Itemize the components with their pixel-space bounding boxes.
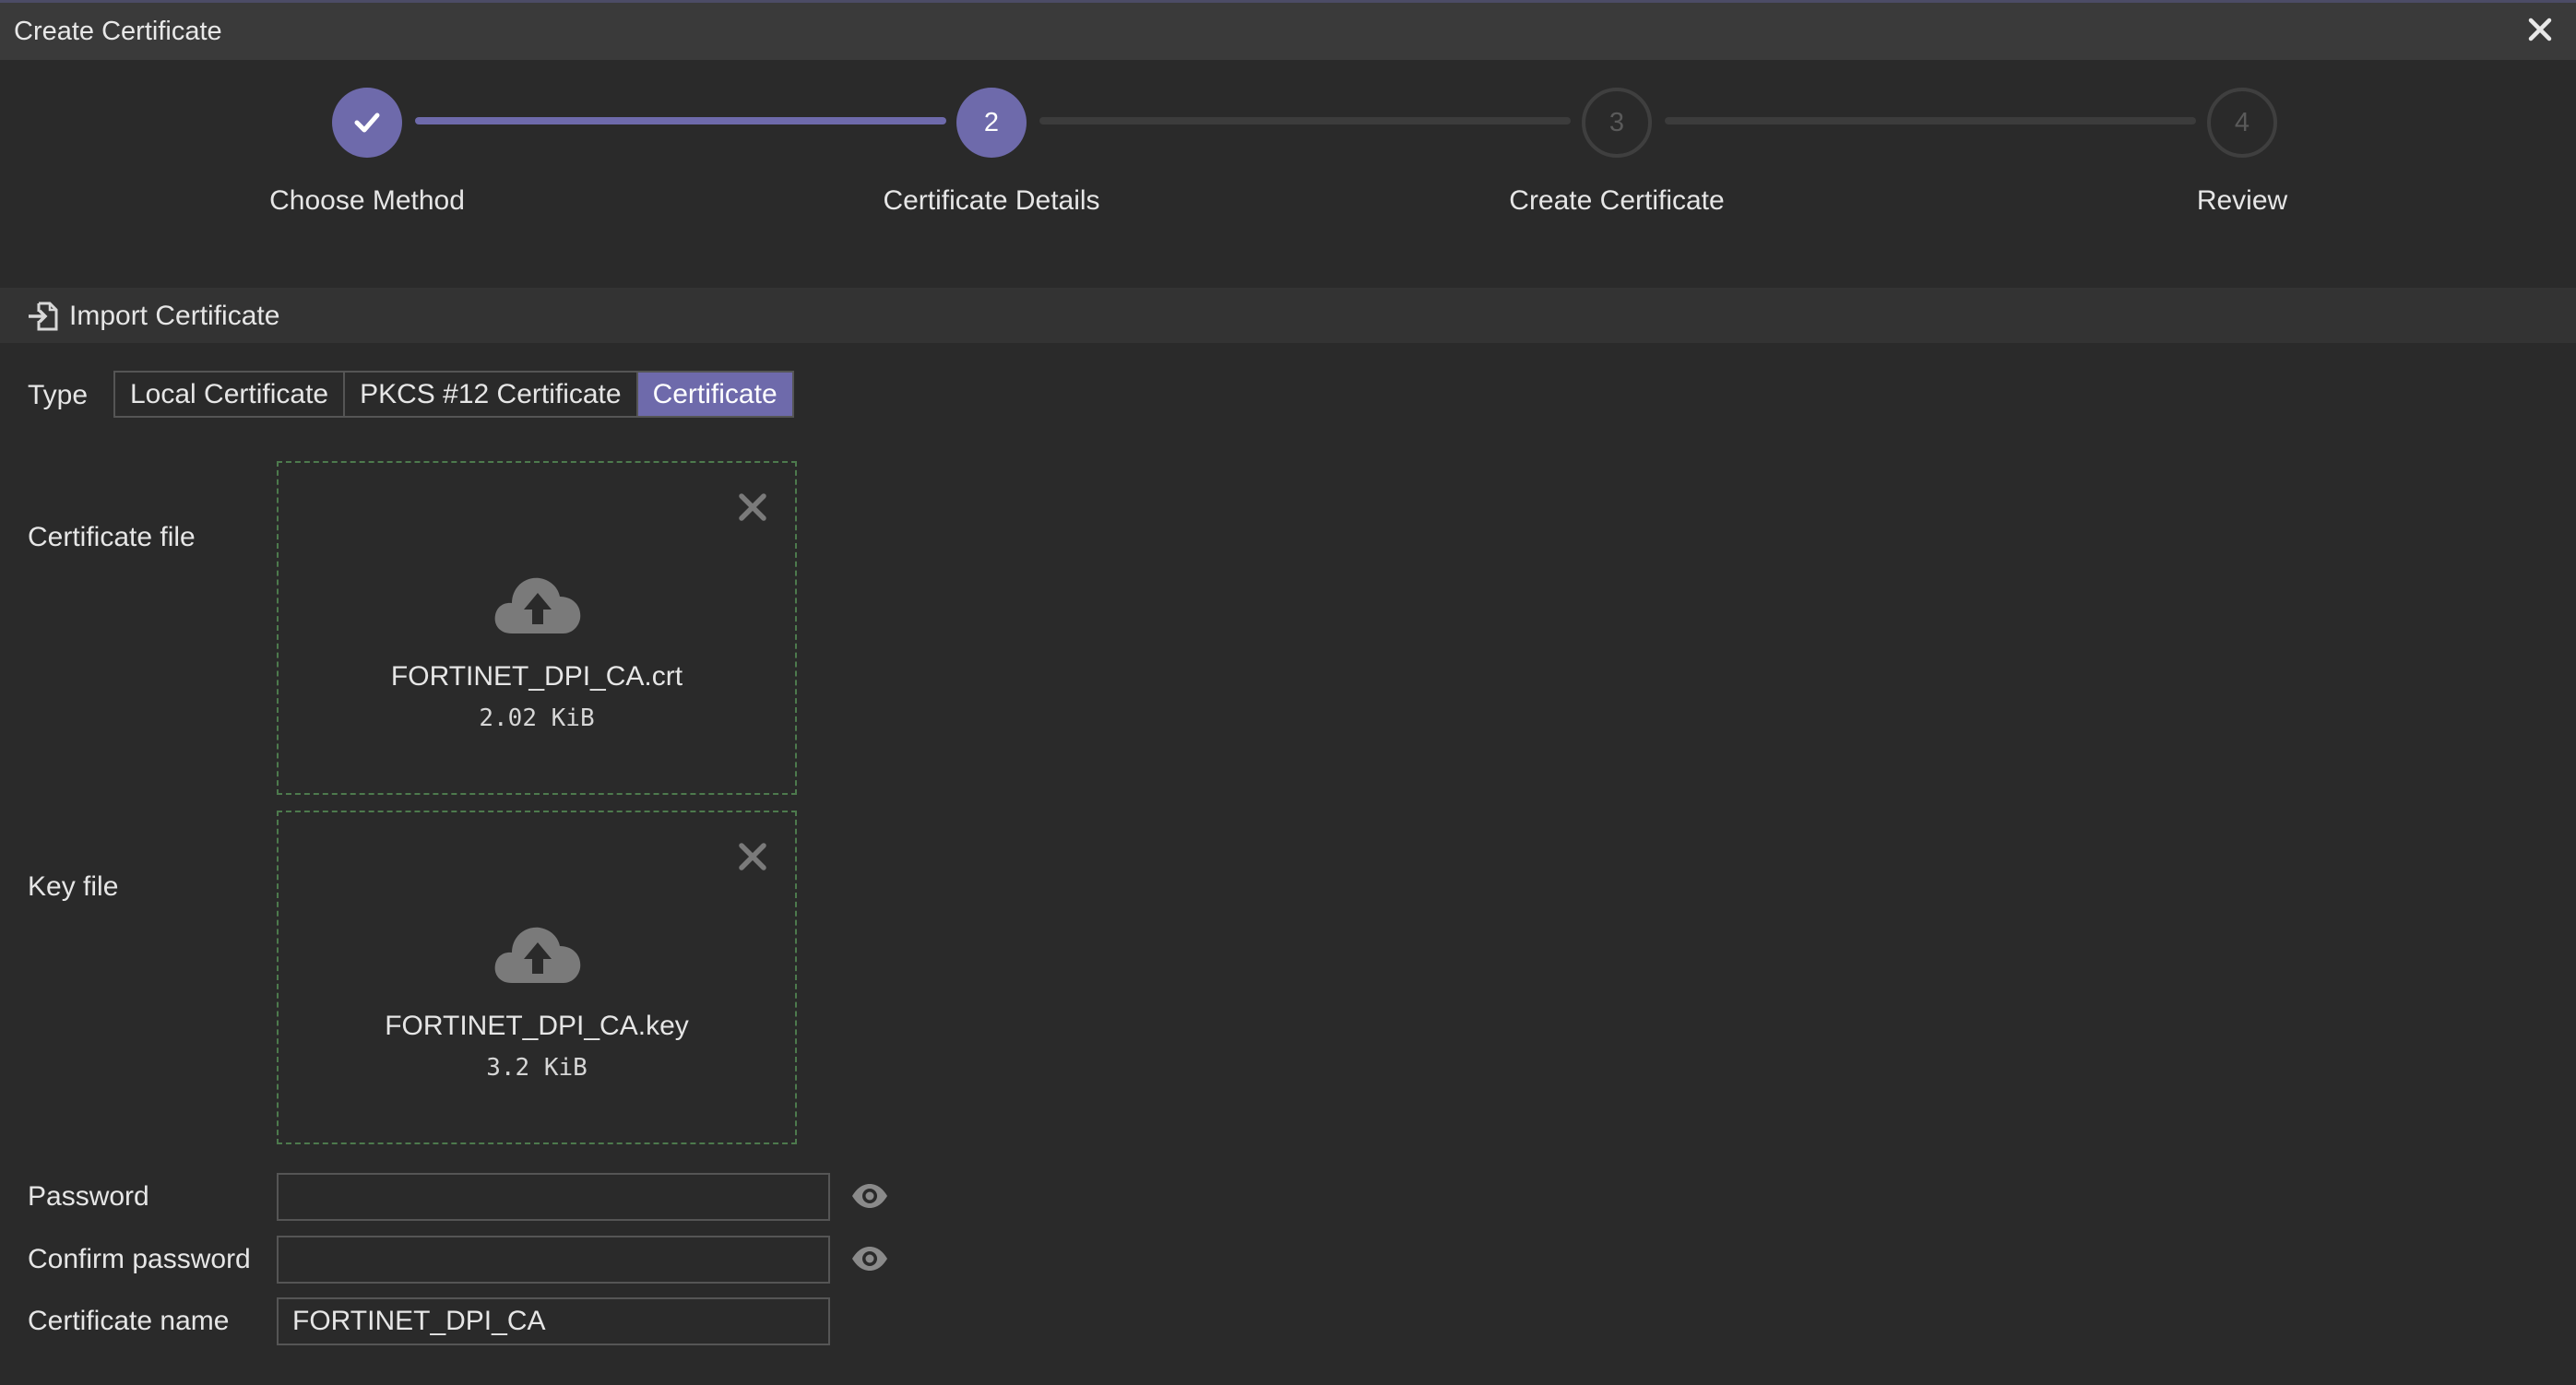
wizard-stepper: 2 3 4 Choose Method Certificate Details … bbox=[0, 60, 2576, 288]
type-option-pkcs12-certificate[interactable]: PKCS #12 Certificate bbox=[345, 373, 638, 416]
step-connector-2 bbox=[1039, 117, 1571, 124]
close-icon[interactable] bbox=[2524, 14, 2556, 45]
type-selector: Local Certificate PKCS #12 Certificate C… bbox=[113, 371, 794, 418]
file-size: 3.2 KiB bbox=[486, 1054, 588, 1082]
cloud-upload-icon bbox=[494, 927, 581, 983]
key-file-label: Key file bbox=[28, 871, 119, 902]
certificate-file-label: Certificate file bbox=[28, 522, 196, 552]
certificate-name-label: Certificate name bbox=[28, 1306, 230, 1336]
certificate-name-input[interactable] bbox=[277, 1297, 830, 1345]
type-option-certificate[interactable]: Certificate bbox=[637, 373, 792, 416]
step-connector-3 bbox=[1665, 117, 2196, 124]
file-name: FORTINET_DPI_CA.key bbox=[385, 1011, 689, 1041]
step-label: Certificate Details bbox=[883, 185, 1100, 216]
step-1-choose-method[interactable] bbox=[332, 88, 402, 158]
remove-file-icon[interactable] bbox=[736, 840, 769, 873]
key-file-dropzone[interactable]: FORTINET_DPI_CA.key 3.2 KiB bbox=[277, 811, 797, 1144]
step-connector-1 bbox=[415, 117, 946, 124]
step-number: 3 bbox=[1609, 107, 1625, 137]
step-2-certificate-details[interactable]: 2 bbox=[956, 88, 1027, 158]
checkmark-icon bbox=[354, 112, 380, 133]
confirm-password-label: Confirm password bbox=[28, 1244, 251, 1274]
section-title: Import Certificate bbox=[69, 301, 280, 331]
password-input[interactable] bbox=[277, 1173, 830, 1221]
file-name: FORTINET_DPI_CA.crt bbox=[390, 661, 683, 692]
import-certificate-section-header: Import Certificate bbox=[0, 288, 2576, 343]
step-number: 4 bbox=[2234, 107, 2250, 137]
show-password-eye-icon[interactable] bbox=[850, 1182, 889, 1210]
step-number: 2 bbox=[983, 107, 1000, 137]
step-label: Choose Method bbox=[269, 185, 465, 216]
file-size: 2.02 KiB bbox=[479, 704, 595, 732]
type-option-local-certificate[interactable]: Local Certificate bbox=[115, 373, 346, 416]
certificate-file-dropzone[interactable]: FORTINET_DPI_CA.crt 2.02 KiB bbox=[277, 461, 797, 795]
step-3-create-certificate[interactable]: 3 bbox=[1582, 88, 1652, 158]
password-label: Password bbox=[28, 1181, 149, 1212]
step-4-review[interactable]: 4 bbox=[2207, 88, 2277, 158]
show-confirm-password-eye-icon[interactable] bbox=[850, 1245, 889, 1273]
step-label: Review bbox=[2196, 185, 2288, 216]
step-label: Create Certificate bbox=[1509, 185, 1725, 216]
dialog-title: Create Certificate bbox=[14, 17, 222, 46]
type-label: Type bbox=[28, 380, 89, 410]
import-file-icon bbox=[29, 302, 58, 331]
remove-file-icon[interactable] bbox=[736, 491, 769, 524]
dialog-title-bar: Create Certificate bbox=[0, 0, 2576, 60]
cloud-upload-icon bbox=[494, 577, 581, 633]
confirm-password-input[interactable] bbox=[277, 1236, 830, 1284]
